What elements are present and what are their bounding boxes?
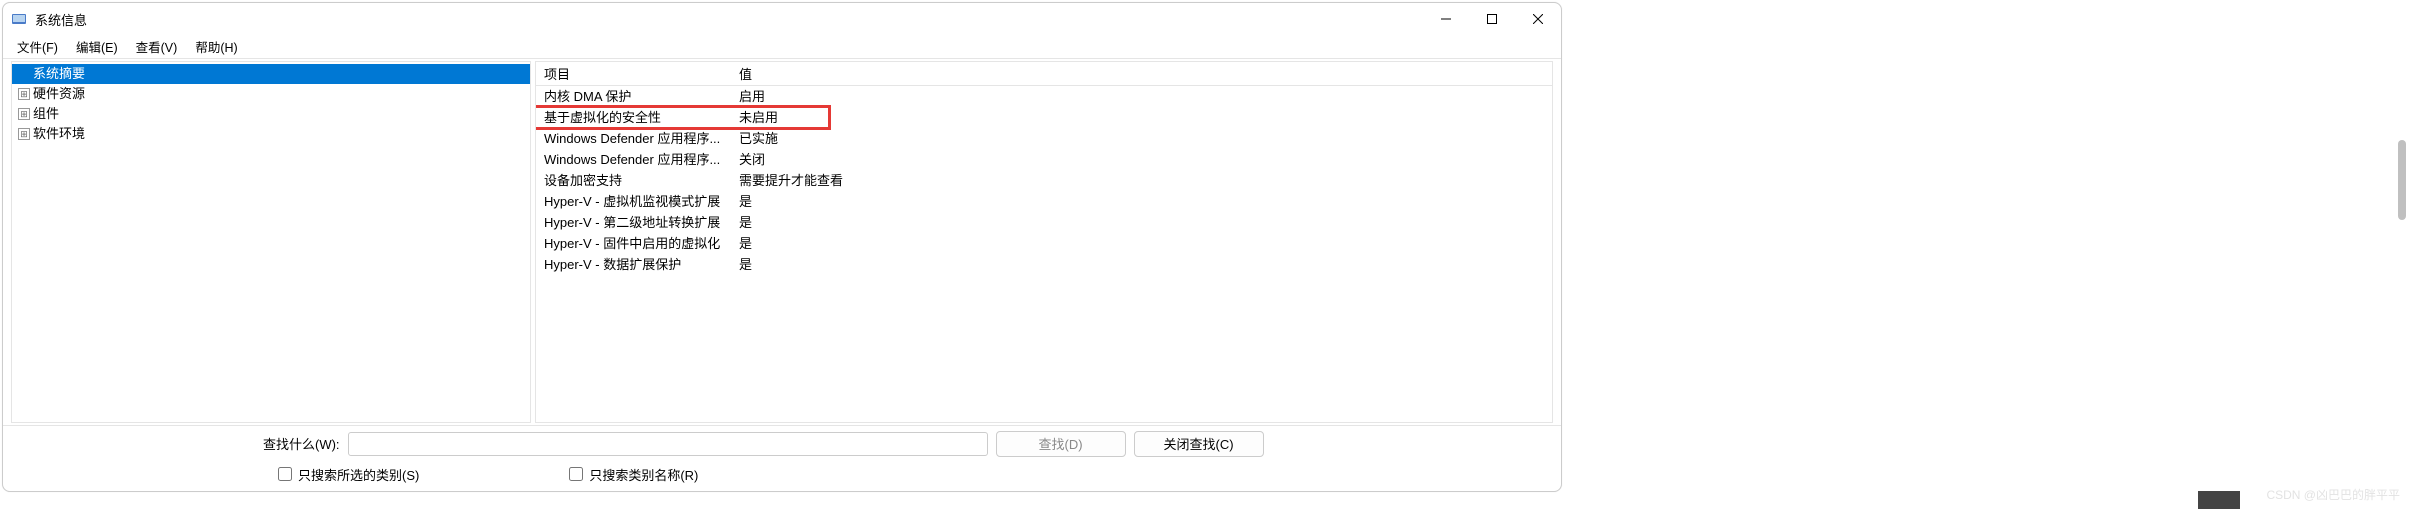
- window-title: 系统信息: [35, 10, 87, 29]
- tree-item-label: 软件环境: [33, 125, 85, 143]
- cell-value: 启用: [731, 86, 1552, 108]
- opt-selected-only-label: 只搜索所选的类别(S): [298, 465, 419, 484]
- tree-item-label: 系统摘要: [33, 65, 85, 83]
- cell-item: Windows Defender 应用程序...: [536, 128, 731, 149]
- menu-view[interactable]: 查看(V): [128, 35, 186, 58]
- opt-selected-only[interactable]: 只搜索所选的类别(S): [278, 465, 419, 484]
- tree-item-3[interactable]: ⊞软件环境: [12, 124, 530, 144]
- close-button[interactable]: [1515, 3, 1561, 35]
- table-row[interactable]: 设备加密支持需要提升才能查看: [536, 170, 1552, 191]
- maximize-button[interactable]: [1469, 3, 1515, 35]
- app-icon: [11, 11, 27, 27]
- search-options: 只搜索所选的类别(S) 只搜索类别名称(R): [3, 461, 1561, 491]
- table-row[interactable]: Hyper-V - 固件中启用的虚拟化是: [536, 233, 1552, 254]
- tree-item-2[interactable]: ⊞组件: [12, 104, 530, 124]
- watermark: CSDN @凶巴巴的胖平平: [2266, 486, 2400, 503]
- opt-category-names-label: 只搜索类别名称(R): [589, 465, 698, 484]
- cell-item: Windows Defender 应用程序...: [536, 149, 731, 170]
- table-row[interactable]: Hyper-V - 数据扩展保护是: [536, 254, 1552, 275]
- col-header-value[interactable]: 值: [731, 62, 1552, 86]
- footer-thumbnail: [2198, 491, 2240, 509]
- table-row[interactable]: Windows Defender 应用程序...关闭: [536, 149, 1552, 170]
- detail-panel[interactable]: 项目 值 内核 DMA 保护启用基于虚拟化的安全性未启用Windows Defe…: [535, 61, 1553, 423]
- expand-icon[interactable]: ⊞: [18, 128, 30, 140]
- menu-help[interactable]: 帮助(H): [187, 35, 245, 58]
- find-button[interactable]: 查找(D): [996, 431, 1126, 457]
- tree-item-label: 组件: [33, 105, 59, 123]
- menu-edit[interactable]: 编辑(E): [68, 35, 126, 58]
- search-bar: 查找什么(W): 查找(D) 关闭查找(C): [3, 425, 1561, 461]
- cell-value: 需要提升才能查看: [731, 170, 1552, 191]
- table-row[interactable]: 内核 DMA 保护启用: [536, 86, 1552, 108]
- expand-icon[interactable]: ⊞: [18, 88, 30, 100]
- opt-selected-only-checkbox[interactable]: [278, 467, 292, 481]
- opt-category-names[interactable]: 只搜索类别名称(R): [569, 465, 698, 484]
- scrollbar-thumb[interactable]: [2398, 140, 2406, 220]
- content-area: 系统摘要⊞硬件资源⊞组件⊞软件环境 项目 值 内核 DMA 保护启用基于虚拟化的…: [3, 59, 1561, 425]
- opt-category-names-checkbox[interactable]: [569, 467, 583, 481]
- cell-value: 已实施: [731, 128, 1552, 149]
- cell-value: 是: [731, 233, 1552, 254]
- cell-item: Hyper-V - 数据扩展保护: [536, 254, 731, 275]
- cell-value: 是: [731, 191, 1552, 212]
- window-controls: [1423, 3, 1561, 35]
- menu-file[interactable]: 文件(F): [9, 35, 66, 58]
- close-find-button[interactable]: 关闭查找(C): [1134, 431, 1264, 457]
- cell-item: Hyper-V - 第二级地址转换扩展: [536, 212, 731, 233]
- search-input[interactable]: [348, 432, 988, 456]
- tree-panel[interactable]: 系统摘要⊞硬件资源⊞组件⊞软件环境: [11, 61, 531, 423]
- page-scrollbar[interactable]: [2394, 50, 2410, 250]
- tree-item-0[interactable]: 系统摘要: [12, 64, 530, 84]
- table-row[interactable]: 基于虚拟化的安全性未启用: [536, 107, 1552, 128]
- titlebar: 系统信息: [3, 3, 1561, 35]
- cell-value: 是: [731, 254, 1552, 275]
- expand-icon[interactable]: ⊞: [18, 108, 30, 120]
- table-row[interactable]: Windows Defender 应用程序...已实施: [536, 128, 1552, 149]
- detail-table: 项目 值 内核 DMA 保护启用基于虚拟化的安全性未启用Windows Defe…: [536, 62, 1552, 275]
- table-row[interactable]: Hyper-V - 虚拟机监视模式扩展是: [536, 191, 1552, 212]
- cell-item: Hyper-V - 固件中启用的虚拟化: [536, 233, 731, 254]
- system-info-window: 系统信息 文件(F) 编辑(E) 查看(V) 帮助(H) 系统摘要⊞硬件资源⊞组…: [2, 2, 1562, 492]
- cell-item: 内核 DMA 保护: [536, 86, 731, 108]
- cell-item: 基于虚拟化的安全性: [536, 107, 731, 128]
- tree-item-1[interactable]: ⊞硬件资源: [12, 84, 530, 104]
- cell-value: 关闭: [731, 149, 1552, 170]
- cell-item: Hyper-V - 虚拟机监视模式扩展: [536, 191, 731, 212]
- cell-value: 是: [731, 212, 1552, 233]
- minimize-button[interactable]: [1423, 3, 1469, 35]
- tree-item-label: 硬件资源: [33, 85, 85, 103]
- cell-value: 未启用: [731, 107, 1552, 128]
- cell-item: 设备加密支持: [536, 170, 731, 191]
- search-label: 查找什么(W):: [263, 434, 340, 453]
- col-header-item[interactable]: 项目: [536, 62, 731, 86]
- table-row[interactable]: Hyper-V - 第二级地址转换扩展是: [536, 212, 1552, 233]
- menubar: 文件(F) 编辑(E) 查看(V) 帮助(H): [3, 35, 1561, 59]
